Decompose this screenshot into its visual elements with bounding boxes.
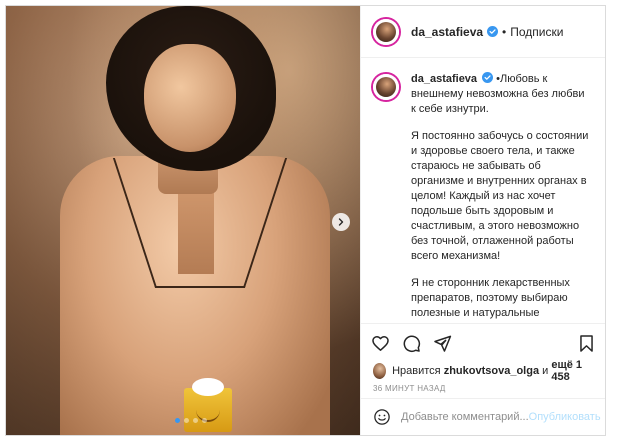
- emoji-icon[interactable]: [373, 408, 391, 426]
- likes-conjunction: и: [542, 365, 549, 377]
- publish-button[interactable]: Опубликовать: [529, 411, 601, 423]
- avatar[interactable]: [373, 18, 399, 45]
- caption-username[interactable]: da_astafieva: [411, 73, 477, 85]
- caption-paragraph: Я постоянно забочусь о состоянии и здоро…: [411, 130, 589, 262]
- header-separator: •: [502, 24, 507, 39]
- caption-paragraph: Я не сторонник лекарственных препаратов,…: [411, 277, 570, 323]
- comment-icon[interactable]: [402, 334, 421, 353]
- photo-face: [144, 44, 236, 152]
- following-button[interactable]: Подписки: [510, 25, 563, 39]
- chevron-right-icon: [338, 218, 344, 226]
- likes-count-link[interactable]: ещё 1 458: [551, 359, 594, 383]
- caption-avatar[interactable]: [373, 74, 399, 100]
- post-username[interactable]: da_astafieva: [411, 25, 483, 39]
- carousel-dot: [193, 418, 198, 423]
- post-timestamp[interactable]: 36 МИНУТ НАЗАД: [361, 384, 605, 398]
- carousel-dot: [184, 418, 189, 423]
- carousel-dots: [175, 418, 207, 423]
- share-icon[interactable]: [433, 334, 452, 353]
- comment-input[interactable]: Добавьте комментарий...: [401, 411, 529, 423]
- post-actions-section: Нравится zhukovtsova_olga и ещё 1 458 36…: [361, 323, 605, 398]
- post-photo[interactable]: [6, 6, 360, 435]
- likes-summary: Нравится zhukovtsova_olga и ещё 1 458: [361, 359, 605, 383]
- carousel-next-button[interactable]: [332, 213, 350, 231]
- carousel-dot: [175, 418, 180, 423]
- photo-gift-box: [184, 378, 232, 432]
- post-side-panel: da_astafieva • Подписки da_astafieva •Лю…: [360, 6, 605, 435]
- likes-prefix: Нравится: [392, 365, 441, 377]
- caption-row: da_astafieva •Любовь к внешнему невозмож…: [373, 72, 594, 323]
- action-bar: [361, 324, 605, 362]
- liker-username[interactable]: zhukovtsova_olga: [444, 365, 539, 377]
- post-card: da_astafieva • Подписки da_astafieva •Лю…: [5, 5, 606, 436]
- heart-icon[interactable]: [371, 334, 390, 353]
- verified-badge-icon: [482, 72, 494, 83]
- liker-avatar[interactable]: [373, 363, 387, 379]
- post-header: da_astafieva • Подписки: [361, 6, 605, 58]
- comment-composer: Добавьте комментарий... Опубликовать: [361, 398, 605, 435]
- bookmark-icon[interactable]: [577, 334, 596, 353]
- verified-badge-icon: [487, 26, 499, 37]
- carousel-dot: [202, 418, 207, 423]
- caption-area: da_astafieva •Любовь к внешнему невозмож…: [361, 58, 605, 323]
- caption-text: da_astafieva •Любовь к внешнему невозмож…: [411, 72, 592, 323]
